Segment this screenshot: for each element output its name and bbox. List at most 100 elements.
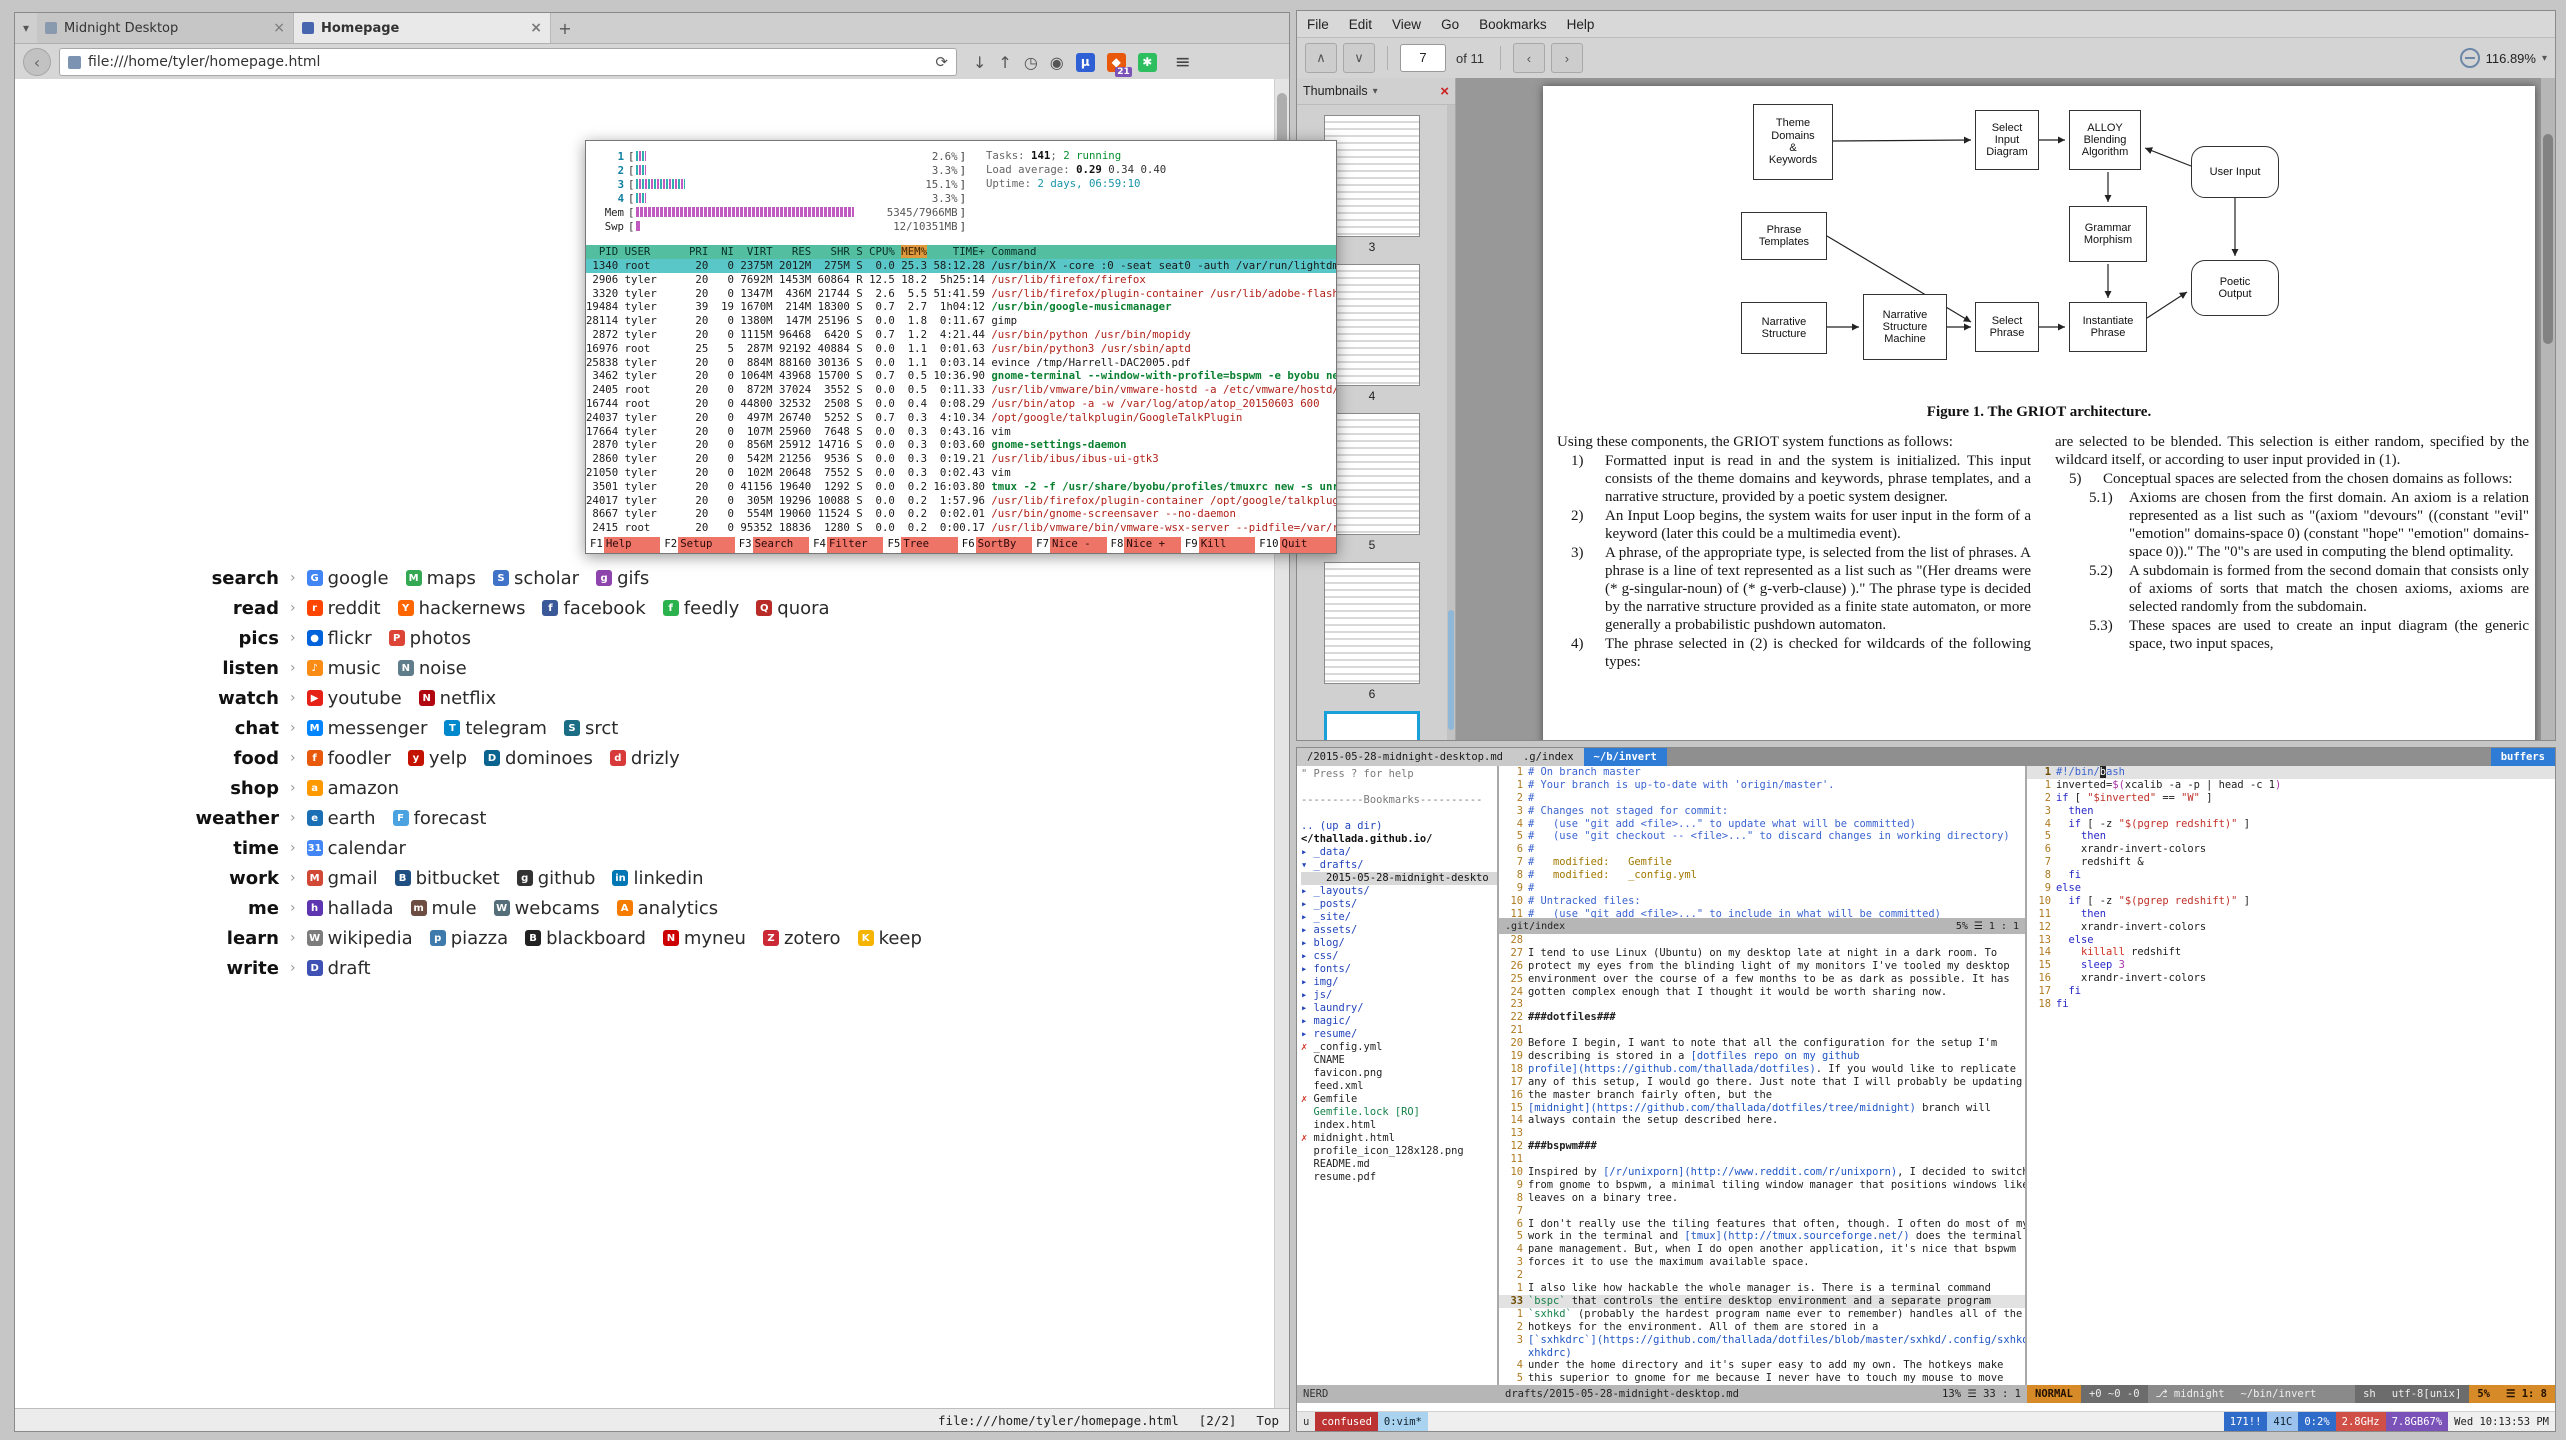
nerdtree-item[interactable]: ▸ blog/: [1301, 937, 1497, 950]
nerdtree-item[interactable]: ▸ js/: [1301, 989, 1497, 1002]
fkey-action-quit[interactable]: Quit: [1280, 537, 1336, 553]
nerdtree-item[interactable]: ✗ midnight.html: [1301, 1132, 1497, 1145]
browser-tab[interactable]: Midnight Desktop×: [37, 13, 294, 43]
homepage-link-flickr[interactable]: ●flickr: [307, 628, 372, 649]
nerdtree-item[interactable]: ▸ _posts/: [1301, 898, 1497, 911]
buffer-tab[interactable]: /2015-05-28-midnight-desktop.md: [1297, 748, 1513, 766]
nerdtree-item[interactable]: ▸ magic/: [1301, 1015, 1497, 1028]
nerdtree-item[interactable]: ▸ fonts/: [1301, 963, 1497, 976]
history-clock-icon[interactable]: ◷: [1024, 53, 1038, 72]
nerdtree-item[interactable]: ▸ _layouts/: [1301, 885, 1497, 898]
fkey-action-setup[interactable]: Setup: [678, 537, 734, 553]
homepage-link-photos[interactable]: Pphotos: [389, 628, 471, 649]
previous-page-button[interactable]: ∧: [1305, 43, 1337, 73]
tab-close-icon[interactable]: ×: [273, 20, 285, 36]
menu-help[interactable]: Help: [1557, 17, 1605, 32]
scrollbar-thumb[interactable]: [2543, 134, 2553, 344]
buffer-tab[interactable]: .g/index: [1513, 748, 1584, 766]
homepage-link-wikipedia[interactable]: Wwikipedia: [307, 928, 413, 949]
nerdtree-item[interactable]: .. (up a dir): [1301, 820, 1497, 833]
homepage-link-noise[interactable]: Nnoise: [398, 658, 467, 679]
homepage-link-keep[interactable]: Kkeep: [858, 928, 922, 949]
buffer-tab[interactable]: ~/b/invert: [1584, 748, 1667, 766]
homepage-link-messenger[interactable]: Mmessenger: [307, 718, 428, 739]
homepage-link-dominoes[interactable]: Ddominoes: [484, 748, 593, 769]
new-tab-button[interactable]: +: [551, 13, 579, 43]
chevron-down-icon[interactable]: ▾: [1373, 86, 1378, 97]
homepage-link-feedly[interactable]: ffeedly: [663, 598, 740, 619]
fkey-action-nice[interactable]: Nice +: [1124, 537, 1180, 553]
nerdtree-item[interactable]: ▸ css/: [1301, 950, 1497, 963]
homepage-link-quora[interactable]: Qquora: [756, 598, 829, 619]
homepage-link-srct[interactable]: Ssrct: [564, 718, 618, 739]
thumbnail-preview[interactable]: [1324, 264, 1420, 386]
homepage-link-scholar[interactable]: Sscholar: [493, 568, 579, 589]
close-sidebar-icon[interactable]: ×: [1440, 83, 1449, 100]
homepage-link-zotero[interactable]: Zzotero: [763, 928, 841, 949]
history-forward-button[interactable]: ›: [1551, 43, 1583, 73]
homepage-link-facebook[interactable]: ffacebook: [542, 598, 645, 619]
menu-edit[interactable]: Edit: [1339, 17, 1382, 32]
homepage-link-blackboard[interactable]: Bblackboard: [525, 928, 646, 949]
nerdtree-item[interactable]: CNAME: [1301, 1054, 1497, 1067]
shield-icon[interactable]: ◉: [1050, 53, 1064, 72]
homepage-link-amazon[interactable]: aamazon: [307, 778, 399, 799]
menu-file[interactable]: File: [1297, 17, 1339, 32]
homepage-link-webcams[interactable]: Wwebcams: [494, 898, 600, 919]
homepage-link-netflix[interactable]: Nnetflix: [419, 688, 497, 709]
tab-close-icon[interactable]: ×: [530, 20, 542, 36]
nerdtree-item[interactable]: ▸ img/: [1301, 976, 1497, 989]
homepage-link-forecast[interactable]: Fforecast: [393, 808, 487, 829]
upload-icon[interactable]: ↑: [998, 53, 1011, 72]
ublock-extension-icon[interactable]: μ: [1076, 53, 1095, 72]
nerdtree-item[interactable]: ✗ _config.yml: [1301, 1041, 1497, 1054]
nerdtree-item[interactable]: profile_icon_128x128.png: [1301, 1145, 1497, 1158]
fkey-action-sortby[interactable]: SortBy: [976, 537, 1032, 553]
fkey-action-help[interactable]: Help: [604, 537, 660, 553]
nerdtree-item[interactable]: ▸ _data/: [1301, 846, 1497, 859]
homepage-link-bitbucket[interactable]: Bbitbucket: [395, 868, 500, 889]
fkey-action-search[interactable]: Search: [753, 537, 809, 553]
homepage-link-drizly[interactable]: ddrizly: [610, 748, 680, 769]
fkey-action-tree[interactable]: Tree: [901, 537, 957, 553]
nerdtree-item[interactable]: [1301, 807, 1497, 820]
nerdtree-item[interactable]: favicon.png: [1301, 1067, 1497, 1080]
tab-list-icon[interactable]: ▾: [15, 13, 37, 43]
next-page-button[interactable]: ∨: [1343, 43, 1375, 73]
homepage-link-linkedin[interactable]: inlinkedin: [612, 868, 703, 889]
browser-tab[interactable]: Homepage×: [294, 13, 551, 43]
homepage-link-hackernews[interactable]: Yhackernews: [398, 598, 526, 619]
nerdtree-item[interactable]: ✗ Gemfile: [1301, 1093, 1497, 1106]
homepage-link-calendar[interactable]: 31calendar: [307, 838, 406, 859]
thumbnail-preview[interactable]: [1324, 562, 1420, 684]
nerdtree-item[interactable]: ▸ resume/: [1301, 1028, 1497, 1041]
nerdtree-item[interactable]: 2015-05-28-midnight-deskto: [1301, 872, 1497, 885]
clipper-extension-icon[interactable]: ✱: [1138, 53, 1157, 72]
homepage-link-hallada[interactable]: hhallada: [307, 898, 394, 919]
fkey-action-kill[interactable]: Kill: [1199, 537, 1255, 553]
thumbnail-page-3[interactable]: 3: [1324, 115, 1420, 254]
page-number-input[interactable]: 7: [1400, 44, 1446, 72]
nerdtree-item[interactable]: ▸ _site/: [1301, 911, 1497, 924]
nerdtree-item[interactable]: ▸ laundry/: [1301, 1002, 1497, 1015]
homepage-link-telegram[interactable]: Ttelegram: [444, 718, 547, 739]
homepage-link-github[interactable]: ggithub: [517, 868, 596, 889]
pdf-scrollbar[interactable]: [2541, 78, 2555, 740]
nerdtree-item[interactable]: Gemfile.lock [RO]: [1301, 1106, 1497, 1119]
homepage-link-yelp[interactable]: yyelp: [408, 748, 467, 769]
fkey-action-nice[interactable]: Nice -: [1050, 537, 1106, 553]
nerdtree-item[interactable]: README.md: [1301, 1158, 1497, 1171]
homepage-link-analytics[interactable]: Aanalytics: [617, 898, 718, 919]
back-button[interactable]: ‹: [23, 48, 51, 76]
homepage-link-maps[interactable]: Mmaps: [406, 568, 476, 589]
homepage-link-earth[interactable]: eearth: [307, 808, 376, 829]
menu-bookmarks[interactable]: Bookmarks: [1469, 17, 1557, 32]
scrollbar-thumb[interactable]: [1448, 610, 1454, 730]
homepage-link-gifs[interactable]: ggifs: [596, 568, 649, 589]
nerdtree-item[interactable]: feed.xml: [1301, 1080, 1497, 1093]
menu-icon[interactable]: ≡: [1175, 51, 1191, 73]
download-icon[interactable]: ↓: [973, 53, 986, 72]
homepage-link-foodler[interactable]: ffoodler: [307, 748, 391, 769]
thumbnail-selected-partial[interactable]: [1324, 711, 1420, 740]
thumbnail-page-5[interactable]: 5: [1324, 413, 1420, 552]
